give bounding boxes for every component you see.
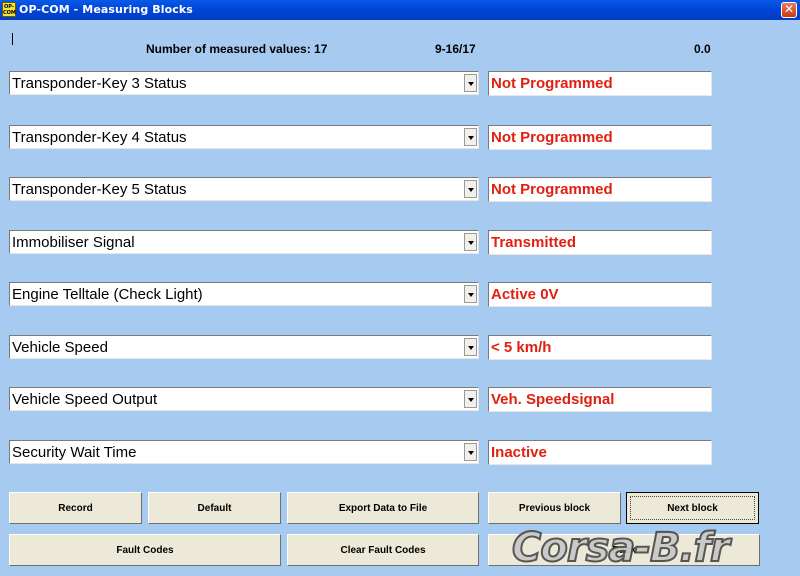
value-field-7: Veh. Speedsignal (488, 387, 712, 412)
record-button[interactable]: Record (9, 492, 142, 524)
default-button[interactable]: Default (148, 492, 281, 524)
parameter-select-5[interactable]: Engine Telltale (Check Light) (9, 282, 479, 306)
watermark-logo: Corsa-B.fr (511, 524, 731, 572)
value-field-1: Not Programmed (488, 71, 712, 96)
parameter-select-1[interactable]: Transponder-Key 3 Status (9, 71, 479, 95)
parameter-value: Inactive (491, 444, 547, 461)
app-icon: OP-COM (2, 2, 16, 17)
value-field-8: Inactive (488, 440, 712, 465)
parameter-select-2[interactable]: Transponder-Key 4 Status (9, 125, 479, 149)
parameter-label: Vehicle Speed (12, 339, 108, 356)
parameter-select-8[interactable]: Security Wait Time (9, 440, 479, 464)
parameter-select-3[interactable]: Transponder-Key 5 Status (9, 177, 479, 201)
parameter-label: Security Wait Time (12, 444, 137, 461)
parameter-label: Transponder-Key 5 Status (12, 181, 187, 198)
fault-codes-button[interactable]: Fault Codes (9, 534, 281, 566)
parameter-value: Transmitted (491, 234, 577, 251)
parameter-value: Veh. Speedsignal (491, 391, 615, 408)
value-field-3: Not Programmed (488, 177, 712, 202)
close-button[interactable]: ✕ (781, 2, 797, 18)
parameter-label: Transponder-Key 4 Status (12, 129, 187, 146)
chevron-down-icon[interactable] (464, 443, 477, 461)
chevron-down-icon[interactable] (464, 285, 477, 303)
parameter-select-7[interactable]: Vehicle Speed Output (9, 387, 479, 411)
value-field-4: Transmitted (488, 230, 712, 255)
window-title: OP-COM - Measuring Blocks (19, 3, 193, 16)
chevron-down-icon[interactable] (464, 233, 477, 251)
parameter-select-6[interactable]: Vehicle Speed (9, 335, 479, 359)
parameter-label: Transponder-Key 3 Status (12, 75, 187, 92)
chevron-down-icon[interactable] (464, 74, 477, 92)
parameter-value: Not Programmed (491, 75, 613, 92)
chevron-down-icon[interactable] (464, 338, 477, 356)
text-cursor (12, 33, 13, 45)
next-block-button[interactable]: Next block (626, 492, 759, 524)
chevron-down-icon[interactable] (464, 180, 477, 198)
value-field-6: < 5 km/h (488, 335, 712, 360)
previous-block-button[interactable]: Previous block (488, 492, 621, 524)
parameter-select-4[interactable]: Immobiliser Signal (9, 230, 479, 254)
parameter-value: Active 0V (491, 286, 559, 303)
chevron-down-icon[interactable] (464, 128, 477, 146)
clear-fault-codes-button[interactable]: Clear Fault Codes (287, 534, 479, 566)
parameter-label: Engine Telltale (Check Light) (12, 286, 203, 303)
measured-values-count: Number of measured values: 17 (146, 42, 328, 56)
title-bar[interactable]: OP-COM OP-COM - Measuring Blocks ✕ (0, 0, 800, 20)
parameter-label: Immobiliser Signal (12, 234, 135, 251)
parameter-value: Not Programmed (491, 181, 613, 198)
parameter-label: Vehicle Speed Output (12, 391, 158, 408)
parameter-value: < 5 km/h (491, 339, 552, 356)
value-field-2: Not Programmed (488, 125, 712, 150)
counter-value: 0.0 (694, 42, 711, 56)
export-data-button[interactable]: Export Data to File (287, 492, 479, 524)
parameter-value: Not Programmed (491, 129, 613, 146)
block-range: 9-16/17 (435, 42, 476, 56)
close-icon: ✕ (783, 2, 795, 16)
chevron-down-icon[interactable] (464, 390, 477, 408)
value-field-5: Active 0V (488, 282, 712, 307)
